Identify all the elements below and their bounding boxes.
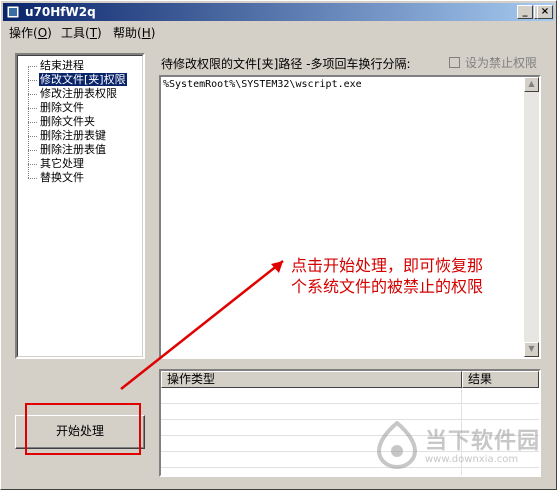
menu-help[interactable]: 帮助(H) — [113, 24, 155, 41]
path-label: 待修改权限的文件[夹]路径 -多项回车换行分隔: — [161, 57, 411, 71]
close-icon: × — [540, 6, 550, 17]
title-bar[interactable]: u70HfW2q _ □ — [3, 3, 554, 21]
column-header-operation-type[interactable]: 操作类型 — [161, 371, 462, 388]
tree-item-replace-file[interactable]: 替换文件 — [28, 171, 85, 185]
tree-item-delete-file[interactable]: 删除文件 — [28, 101, 85, 115]
annotation-note: 点击开始处理，即可恢复那个系统文件的被禁止的权限 — [285, 253, 503, 339]
watermark-name: 当下软件园 — [425, 429, 541, 454]
app-icon — [6, 5, 20, 19]
watermark-url: www.downxia.com — [425, 454, 519, 465]
tree-item-modify-file-permission[interactable]: 修改文件[夹]权限 — [28, 72, 128, 87]
tree-item-delete-folder[interactable]: 删除文件夹 — [28, 115, 96, 129]
forbid-permission-label: 设为禁止权限 — [465, 56, 538, 70]
function-tree[interactable]: 结束进程 修改文件[夹]权限 修改注册表权限 删除文件 删除文件夹 删除注册表键… — [15, 53, 145, 359]
path-value: %SystemRoot%\SYSTEM32\wscript.exe — [163, 79, 362, 90]
menu-bar: 操作(O) 工具(T) 帮助(H) — [3, 23, 554, 41]
checkbox-icon — [449, 57, 460, 68]
row-divider — [161, 403, 539, 404]
menu-operate[interactable]: 操作(O) — [9, 24, 52, 41]
tree-item-end-process[interactable]: 结束进程 — [28, 59, 85, 73]
menu-tools[interactable]: 工具(T) — [61, 24, 102, 41]
minimize-icon: _ — [522, 6, 528, 17]
scroll-up-button[interactable]: ▲ — [524, 77, 539, 92]
window-title: u70HfW2q — [25, 5, 96, 19]
minimize-button[interactable]: _ — [517, 5, 533, 19]
arrow-up-icon: ▲ — [528, 79, 535, 88]
watermark: 当下软件园 www.downxia.com — [373, 417, 553, 477]
watermark-logo-icon — [376, 421, 418, 469]
tree-item-modify-registry-permission[interactable]: 修改注册表权限 — [28, 87, 118, 101]
highlight-box — [25, 403, 141, 455]
arrow-down-icon: ▼ — [528, 344, 535, 353]
column-header-result[interactable]: 结果 — [462, 371, 539, 388]
tree-item-delete-registry-value[interactable]: 删除注册表值 — [28, 143, 107, 157]
tree-item-delete-registry-key[interactable]: 删除注册表键 — [28, 129, 107, 143]
tree-item-other[interactable]: 其它处理 — [28, 157, 85, 171]
app-window: u70HfW2q _ □ × 操作(O) 工具(T) 帮助(H) 结束进程 修改… — [0, 0, 557, 490]
forbid-permission-checkbox[interactable]: 设为禁止权限 — [449, 54, 537, 71]
close-button-visible[interactable]: × — [537, 5, 553, 19]
textarea-scrollbar[interactable]: ▲ ▼ — [524, 77, 539, 357]
scroll-down-button[interactable]: ▼ — [524, 342, 539, 357]
